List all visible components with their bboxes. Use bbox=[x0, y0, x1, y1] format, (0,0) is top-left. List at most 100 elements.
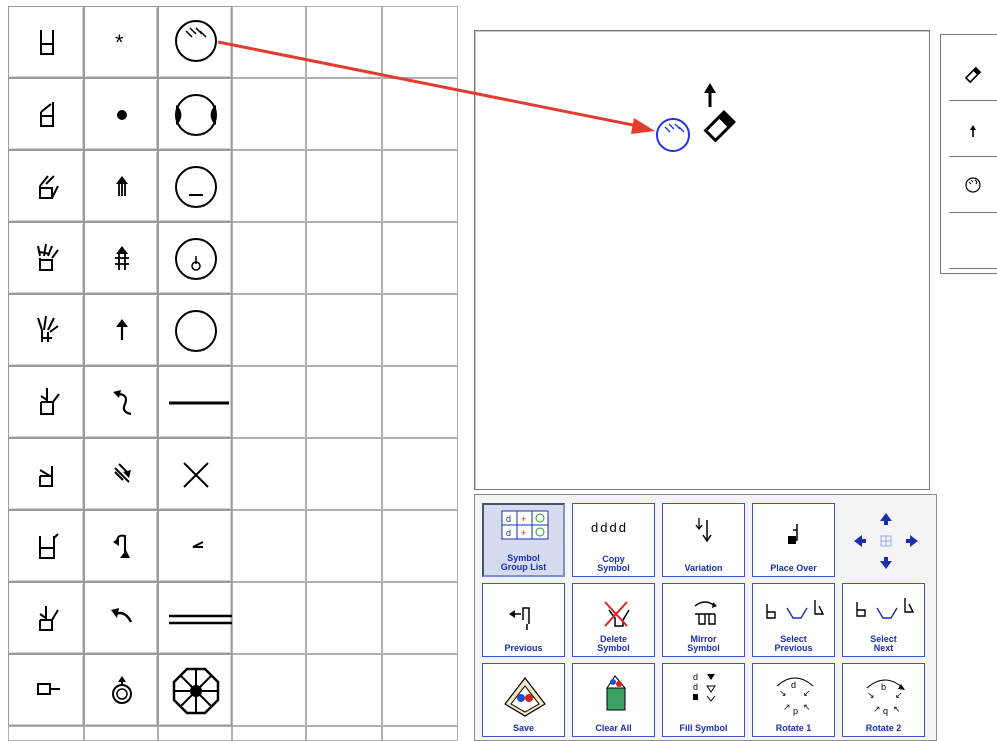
sequence-item-empty[interactable] bbox=[949, 213, 997, 269]
sign-canvas[interactable] bbox=[474, 30, 930, 490]
palette-symbol-curve-arrow[interactable] bbox=[84, 366, 158, 438]
palette-symbol-star-contact[interactable]: * bbox=[84, 6, 158, 78]
palette-symbol-horizontal-line[interactable] bbox=[158, 366, 232, 438]
palette-empty-cell[interactable] bbox=[382, 654, 458, 726]
palette-symbol-face-cheeks[interactable] bbox=[158, 78, 232, 150]
small-angle-icon bbox=[192, 541, 204, 548]
palette-empty-cell[interactable] bbox=[382, 6, 458, 78]
rotate-1-label: Rotate 1 bbox=[775, 723, 812, 733]
palette-symbol-hand-hook[interactable] bbox=[8, 582, 84, 654]
placed-face-eyebrows-icon[interactable] bbox=[656, 118, 690, 152]
palette-empty-cell[interactable] bbox=[382, 438, 458, 510]
save-label: Save bbox=[512, 723, 535, 733]
palette-empty-cell[interactable] bbox=[382, 366, 458, 438]
palette-empty-cell[interactable] bbox=[232, 150, 306, 222]
palette-symbol-cross[interactable] bbox=[158, 438, 232, 510]
svg-text:d: d bbox=[506, 514, 511, 524]
palette-empty-cell[interactable] bbox=[306, 294, 382, 366]
symbol-group-list-button[interactable]: d + d + Symbol Group List bbox=[482, 503, 565, 577]
palette-empty-cell[interactable] bbox=[382, 150, 458, 222]
palette-empty-cell[interactable] bbox=[306, 654, 382, 726]
palette-symbol-hand-bent[interactable] bbox=[8, 78, 84, 150]
select-previous-label: Select Previous bbox=[774, 634, 813, 653]
symbol-palette: * bbox=[0, 0, 458, 741]
palette-symbol-hand-flat[interactable] bbox=[8, 6, 84, 78]
palette-empty-cell[interactable] bbox=[306, 438, 382, 510]
palette-empty-cell[interactable] bbox=[382, 294, 458, 366]
face-eyebrows-icon bbox=[175, 20, 217, 62]
palette-symbol-hand-angle[interactable] bbox=[8, 438, 84, 510]
palette-symbol-double-line[interactable] bbox=[158, 582, 233, 654]
palette-symbol-arrow-up[interactable] bbox=[84, 294, 158, 366]
palette-symbol-small-angle[interactable] bbox=[158, 510, 232, 582]
palette-symbol-face-circle[interactable] bbox=[158, 294, 232, 366]
palette-empty-cell[interactable] bbox=[306, 366, 382, 438]
rotate-2-button[interactable]: ↘ b ↙ ↗ q ↖ Rotate 2 bbox=[842, 663, 925, 737]
variation-button[interactable]: Variation bbox=[662, 503, 745, 577]
palette-empty-cell[interactable] bbox=[382, 582, 458, 654]
palette-empty-cell[interactable] bbox=[306, 582, 382, 654]
palette-empty-cell[interactable] bbox=[306, 510, 382, 582]
move-arrows-pad[interactable] bbox=[842, 505, 930, 577]
select-previous-button[interactable]: Select Previous bbox=[752, 583, 835, 657]
clear-all-button[interactable]: Clear All bbox=[572, 663, 655, 737]
palette-symbol-hand-claw[interactable] bbox=[8, 222, 84, 294]
palette-symbol-face-nose[interactable] bbox=[158, 222, 232, 294]
palette-symbol-hand-point-side[interactable] bbox=[8, 654, 84, 726]
place-over-button[interactable]: Place Over bbox=[752, 503, 835, 577]
palette-empty-cell[interactable] bbox=[232, 438, 306, 510]
palette-symbol-face-mouth[interactable] bbox=[158, 150, 232, 222]
palette-symbol-hand-u[interactable] bbox=[8, 510, 84, 582]
delete-symbol-button[interactable]: Delete Symbol bbox=[572, 583, 655, 657]
palette-empty-cell[interactable] bbox=[232, 222, 306, 294]
palette-empty-cell[interactable] bbox=[232, 6, 306, 78]
svg-text:↗: ↗ bbox=[873, 704, 881, 714]
palette-symbol-hand-spread[interactable] bbox=[8, 294, 84, 366]
palette-symbol-double-arrow-up[interactable] bbox=[84, 150, 158, 222]
placed-hand-marker-icon[interactable] bbox=[703, 110, 736, 143]
save-button[interactable]: Save bbox=[482, 663, 565, 737]
palette-empty-cell[interactable] bbox=[158, 726, 232, 741]
palette-empty-cell[interactable] bbox=[232, 510, 306, 582]
palette-empty-cell[interactable] bbox=[232, 294, 306, 366]
previous-button[interactable]: Previous bbox=[482, 583, 565, 657]
mirror-symbol-button[interactable]: Mirror Symbol bbox=[662, 583, 745, 657]
palette-empty-cell[interactable] bbox=[232, 78, 306, 150]
sequence-item-arrow-up[interactable] bbox=[949, 101, 997, 157]
palette-empty-cell[interactable] bbox=[306, 726, 382, 741]
palette-symbol-hook-arrow[interactable] bbox=[84, 510, 158, 582]
placed-arrow-up-icon[interactable] bbox=[704, 83, 716, 107]
sequence-item-face[interactable] bbox=[949, 157, 997, 213]
palette-symbol-curved-back-arrow[interactable] bbox=[84, 582, 158, 654]
palette-symbol-double-hash-arrow[interactable] bbox=[84, 222, 158, 294]
palette-empty-cell[interactable] bbox=[232, 726, 306, 741]
palette-symbol-octagon-wheel[interactable] bbox=[158, 654, 232, 726]
palette-empty-cell[interactable] bbox=[232, 582, 306, 654]
palette-empty-cell[interactable] bbox=[382, 78, 458, 150]
sequence-item-hand-marker[interactable] bbox=[949, 45, 997, 101]
palette-empty-cell[interactable] bbox=[382, 222, 458, 294]
svg-text:↙: ↙ bbox=[895, 690, 903, 700]
palette-symbol-hand-index-thumb[interactable] bbox=[8, 366, 84, 438]
palette-empty-cell[interactable] bbox=[306, 6, 382, 78]
palette-empty-cell[interactable] bbox=[306, 222, 382, 294]
palette-symbol-circle-arrow[interactable] bbox=[84, 654, 158, 726]
palette-empty-cell[interactable] bbox=[382, 726, 458, 741]
palette-symbol-hand-thumb-out[interactable] bbox=[8, 150, 84, 222]
palette-symbol-dot-contact[interactable] bbox=[84, 78, 158, 150]
select-next-button[interactable]: Select Next bbox=[842, 583, 925, 657]
rotate-1-button[interactable]: ↘ d ↙ ↗ p ↖ Rotate 1 bbox=[752, 663, 835, 737]
palette-empty-cell[interactable] bbox=[8, 726, 84, 741]
palette-empty-cell[interactable] bbox=[382, 510, 458, 582]
palette-empty-cell[interactable] bbox=[232, 654, 306, 726]
palette-symbol-diagonal-arrow[interactable] bbox=[84, 438, 158, 510]
fill-symbol-button[interactable]: d d Fill Symbol bbox=[662, 663, 745, 737]
palette-empty-cell[interactable] bbox=[306, 78, 382, 150]
copy-symbol-button[interactable]: dddd Copy Symbol bbox=[572, 503, 655, 577]
palette-empty-cell[interactable] bbox=[306, 150, 382, 222]
curve-arrow-icon bbox=[113, 390, 132, 416]
palette-empty-cell[interactable] bbox=[232, 366, 306, 438]
hand-marker-icon bbox=[964, 66, 982, 84]
palette-empty-cell[interactable] bbox=[84, 726, 158, 741]
palette-symbol-face-eyebrows[interactable] bbox=[158, 6, 232, 78]
